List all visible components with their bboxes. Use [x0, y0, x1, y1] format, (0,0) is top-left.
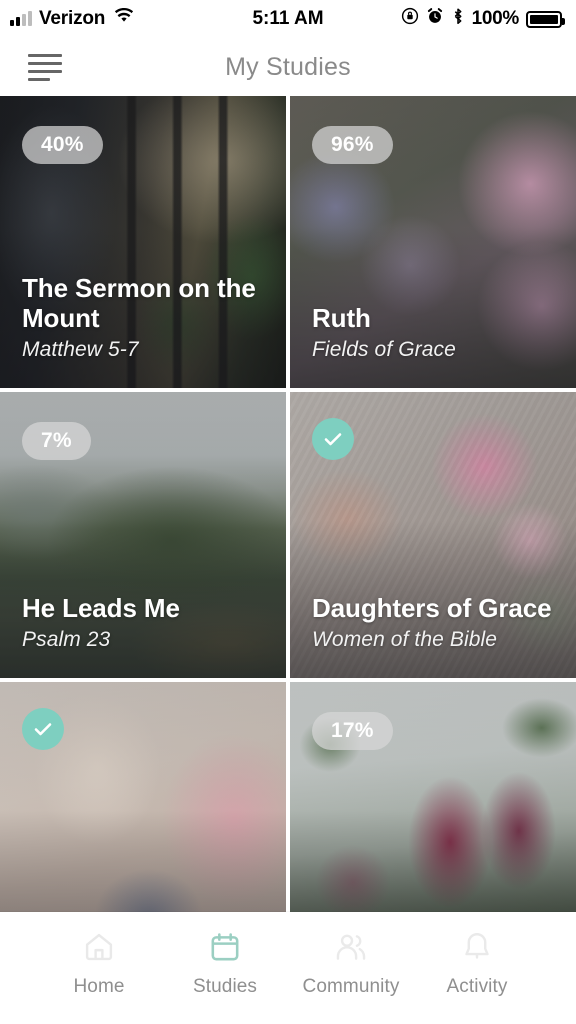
- home-icon: [82, 930, 116, 964]
- battery-full-icon: [526, 10, 565, 28]
- progress-badge: 7%: [22, 422, 91, 460]
- people-icon: [334, 930, 368, 964]
- signal-bars-icon: [10, 11, 32, 26]
- study-card-text: Daughters of Grace Women of the Bible: [312, 593, 562, 652]
- study-title: Daughters of Grace: [312, 592, 552, 623]
- study-card[interactable]: 40% The Sermon on the Mount Matthew 5-7: [0, 96, 286, 388]
- nav-item-activity[interactable]: Activity: [414, 930, 540, 998]
- nav-label-studies: Studies: [192, 976, 258, 997]
- completed-check-icon: [312, 418, 354, 460]
- study-card[interactable]: 7% He Leads Me Psalm 23: [0, 392, 286, 678]
- rotation-lock-icon: [401, 7, 419, 31]
- alarm-clock-icon: [426, 7, 444, 31]
- study-subtitle: Women of the Bible: [312, 628, 498, 651]
- completed-check-icon: [22, 708, 64, 750]
- carrier-label: Verizon: [39, 8, 106, 29]
- progress-badge: 96%: [312, 126, 393, 164]
- study-card[interactable]: Daughters of Grace Women of the Bible: [290, 392, 576, 678]
- nav-item-community[interactable]: Community: [288, 930, 414, 998]
- nav-label-activity: Activity: [446, 976, 508, 997]
- progress-badge: 40%: [22, 126, 103, 164]
- study-subtitle: Psalm 23: [22, 628, 111, 651]
- page-title: My Studies: [225, 52, 351, 81]
- study-subtitle: Matthew 5-7: [22, 338, 139, 361]
- study-card[interactable]: Wait: [0, 682, 286, 912]
- study-title: The Sermon on the Mount: [22, 272, 256, 333]
- hamburger-menu-icon[interactable]: [0, 38, 62, 96]
- nav-label-home: Home: [73, 976, 125, 997]
- bluetooth-icon: [451, 7, 465, 31]
- wifi-icon: [113, 7, 135, 30]
- nav-item-home[interactable]: Home: [36, 930, 162, 998]
- status-bar-left: Verizon: [10, 7, 135, 30]
- progress-badge: 17%: [312, 712, 393, 750]
- status-bar: Verizon 5:11 AM 100%: [0, 0, 576, 38]
- battery-percent-label: 100%: [471, 8, 520, 29]
- app-header: My Studies: [0, 38, 576, 96]
- study-card[interactable]: 17% Grace in the Wilderness: [290, 682, 576, 912]
- study-card-text: Ruth Fields of Grace: [312, 303, 562, 362]
- status-bar-right: 100%: [401, 7, 565, 31]
- bottom-navigation: Home Studies Community Activity: [0, 912, 576, 1024]
- bell-icon: [460, 930, 494, 964]
- studies-grid: 40% The Sermon on the Mount Matthew 5-7 …: [0, 96, 576, 912]
- study-title: He Leads Me: [22, 592, 180, 623]
- study-card-text: The Sermon on the Mount Matthew 5-7: [22, 273, 272, 362]
- study-subtitle: Fields of Grace: [312, 338, 456, 361]
- study-title: Ruth: [312, 302, 371, 333]
- study-card-text: He Leads Me Psalm 23: [22, 593, 272, 652]
- study-card[interactable]: 96% Ruth Fields of Grace: [290, 96, 576, 388]
- nav-label-community: Community: [302, 976, 400, 997]
- calendar-icon: [208, 930, 242, 964]
- nav-item-studies[interactable]: Studies: [162, 930, 288, 998]
